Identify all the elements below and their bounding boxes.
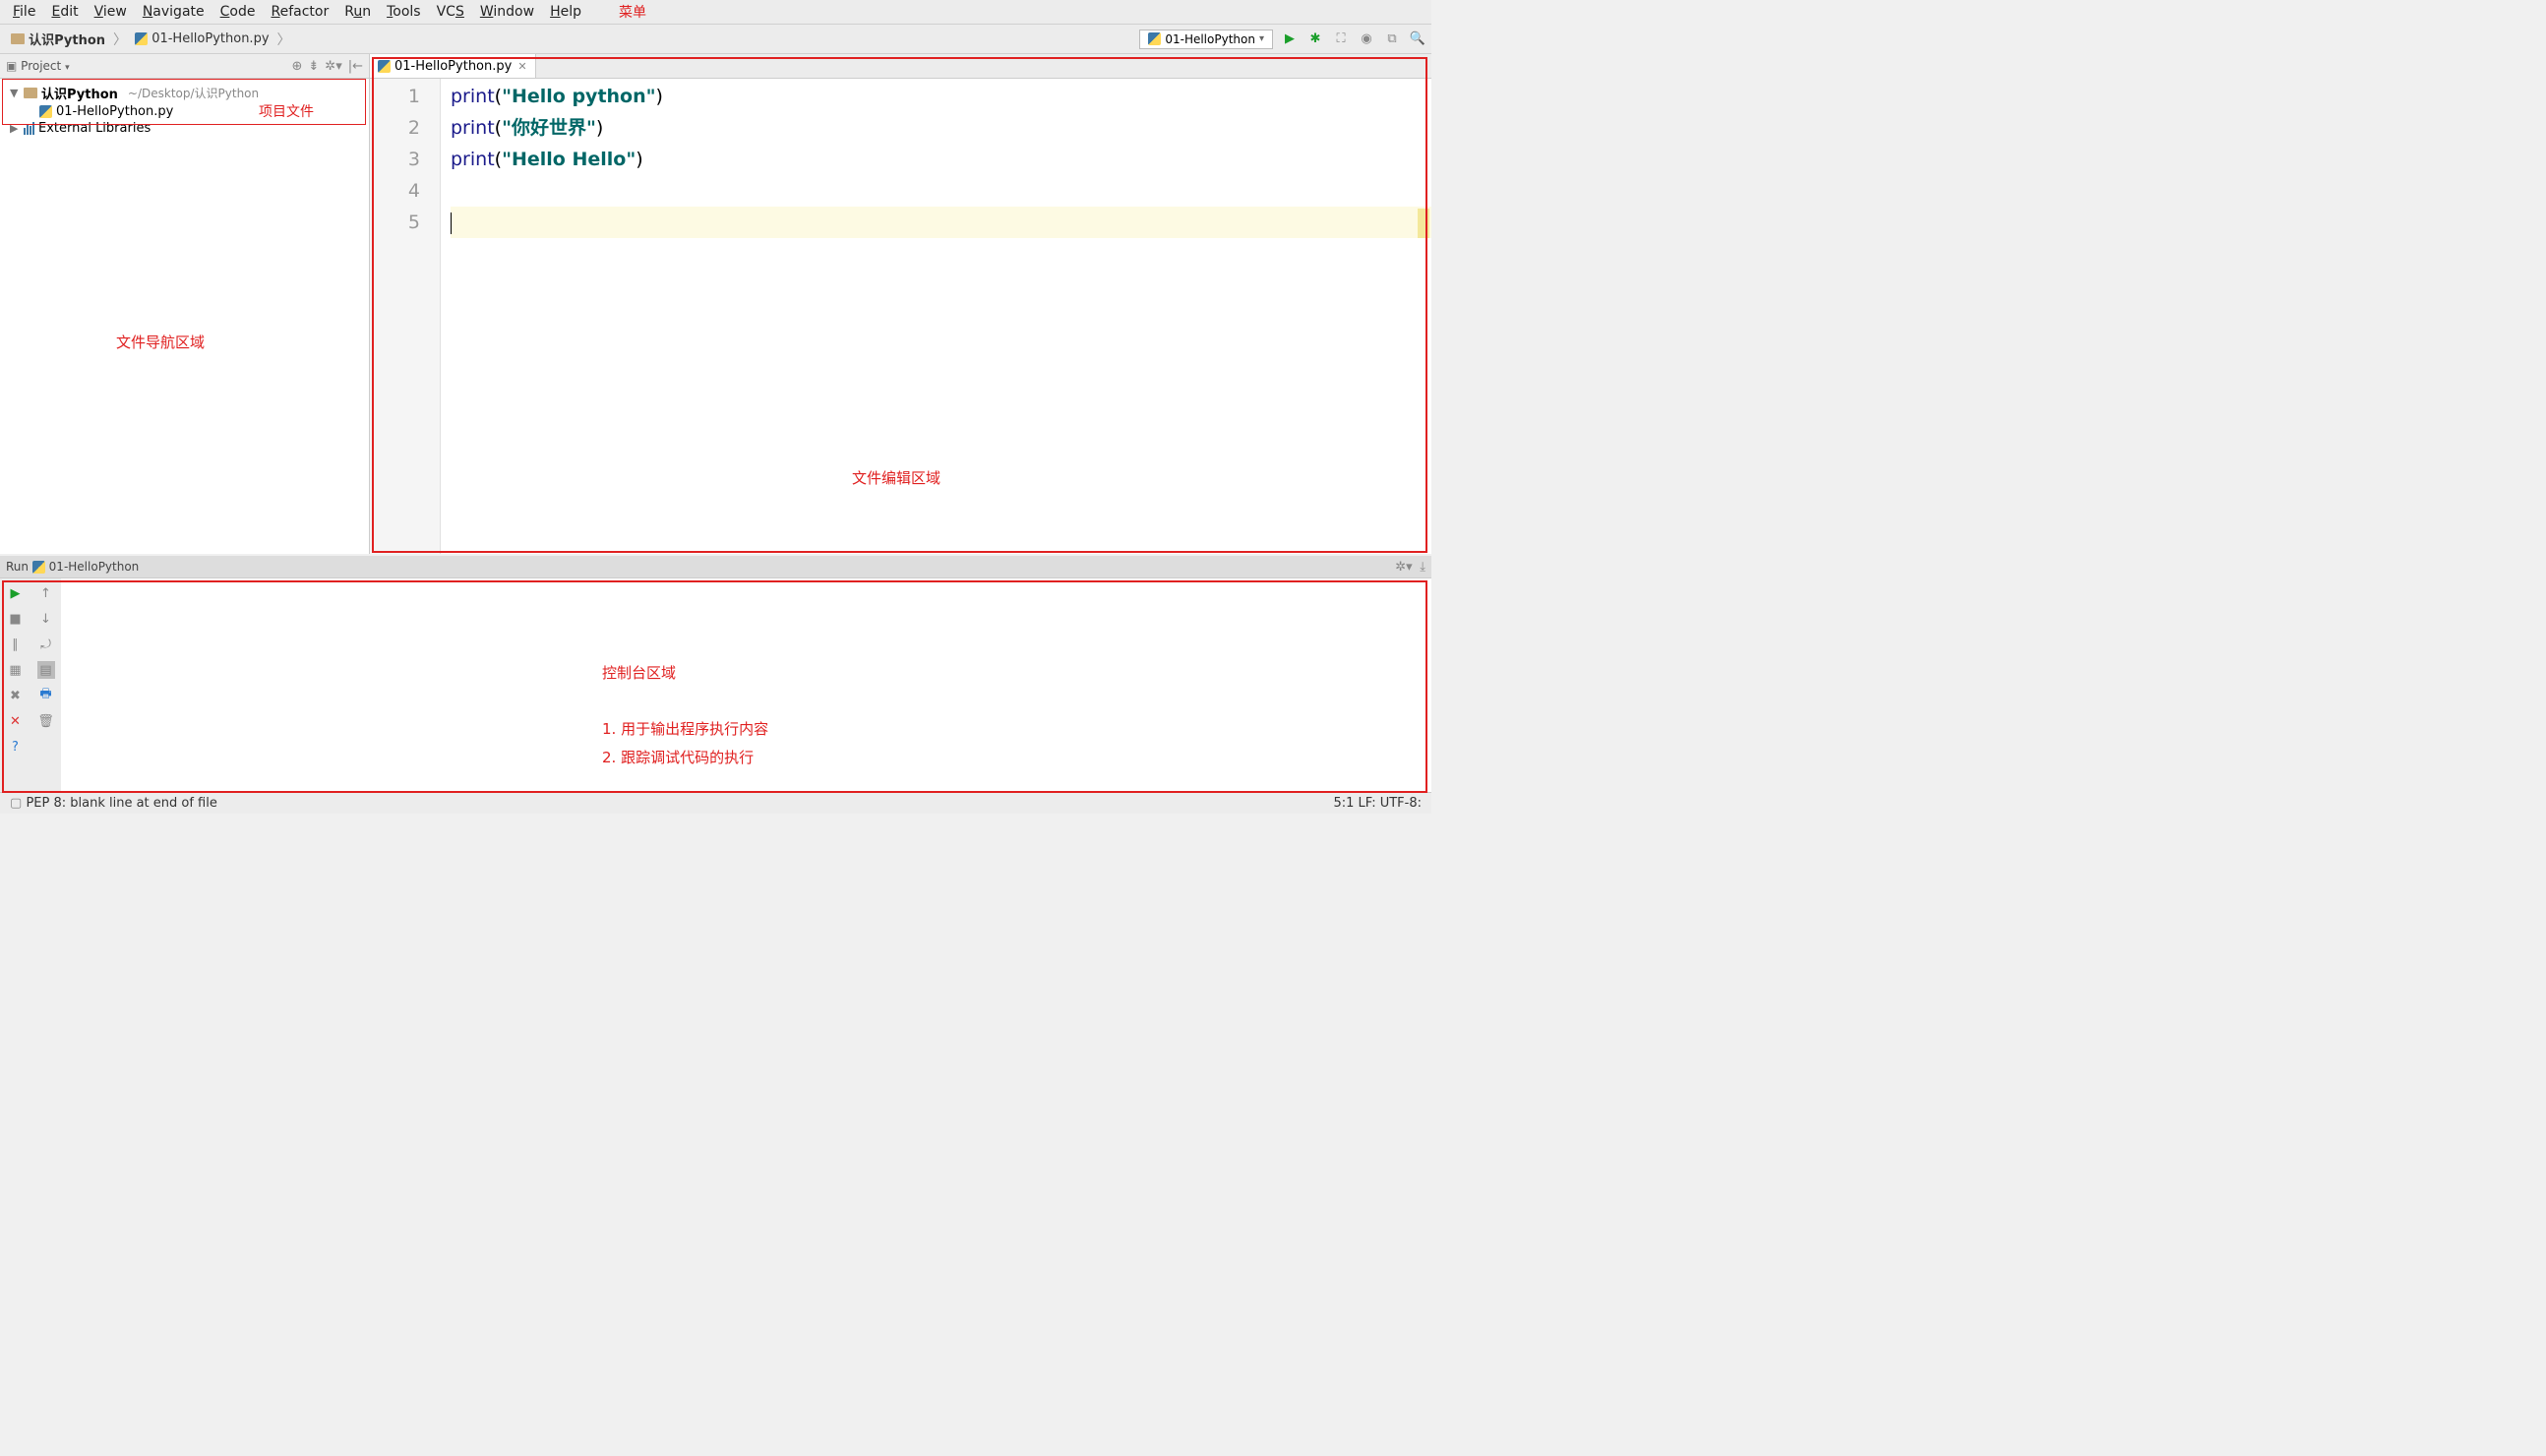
code-line[interactable] (451, 175, 1431, 207)
status-bar: ▢ PEP 8: blank line at end of file 5:1 L… (0, 792, 1431, 814)
project-panel-header: ▣ Project ▾ ⊕ ⇟ ✲▾ |← (0, 54, 369, 79)
stop-icon[interactable]: ■ (7, 610, 25, 628)
console-output[interactable]: 控制台区域 1. 用于输出程序执行内容 2. 跟踪调试代码的执行 (61, 578, 1431, 792)
text-cursor (451, 212, 452, 234)
gutter: 1 2 3 4 5 (370, 79, 441, 554)
breadcrumb: 认识Python 〉 01-HelloPython.py 〉 (5, 28, 291, 50)
python-file-icon (135, 32, 148, 45)
print-icon[interactable]: 🖶 (37, 687, 55, 704)
run-tool-buttons: ▶ ■ ∥ ▦ ✖ ✕ ? ↑ ↓ ⤾ ▤ 🖶 🗑 (0, 578, 61, 792)
annotation-project-file: 项目文件 (259, 101, 314, 121)
project-sidebar: ▣ Project ▾ ⊕ ⇟ ✲▾ |← ▼ 认识Python ~/Deskt… (0, 54, 370, 554)
menu-code[interactable]: Code (212, 2, 264, 22)
menu-help[interactable]: Help (542, 2, 589, 22)
chevron-right-icon: 〉 (113, 30, 127, 49)
menu-run[interactable]: Run (336, 2, 379, 22)
hide-icon[interactable]: |← (348, 59, 363, 74)
project-panel-title[interactable]: Project (21, 59, 61, 73)
collapse-icon[interactable]: ⇟ (308, 59, 319, 74)
python-file-icon (1148, 32, 1161, 45)
up-icon[interactable]: ↑ (37, 584, 55, 602)
status-position[interactable]: 5:1 LF: UTF-8: (1333, 796, 1422, 811)
hide-icon[interactable]: ⤓ (1420, 560, 1425, 575)
concurrency-icon[interactable]: ⧉ (1383, 30, 1401, 48)
breadcrumb-root[interactable]: 认识Python (5, 28, 111, 50)
main-split: ▣ Project ▾ ⊕ ⇟ ✲▾ |← ▼ 认识Python ~/Deskt… (0, 54, 1431, 554)
menu-window[interactable]: Window (472, 2, 542, 22)
gear-icon[interactable]: ✲▾ (1395, 560, 1412, 575)
menubar: File Edit View Navigate Code Refactor Ru… (0, 0, 1431, 25)
run-panel-title: Run (6, 560, 29, 574)
line-number: 4 (370, 175, 420, 207)
wrap-icon[interactable]: ⤾ (37, 636, 55, 653)
line-number: 3 (370, 144, 420, 175)
toolbar-right: 01-HelloPython▾ ▶ ✱ ⛶ ◉ ⧉ 🔍 (1139, 30, 1426, 49)
menu-view[interactable]: View (87, 2, 135, 22)
rerun-icon[interactable]: ▶ (7, 584, 25, 602)
gear-icon[interactable]: ✲▾ (325, 59, 341, 74)
status-message[interactable]: PEP 8: blank line at end of file (26, 796, 216, 811)
line-number: 5 (370, 207, 420, 238)
run-panel-header: Run 01-HelloPython ✲▾ ⤓ (0, 556, 1431, 577)
annotation-console-title: 控制台区域 (602, 659, 768, 688)
code-line-current[interactable] (451, 207, 1431, 238)
run-panel-file: 01-HelloPython (49, 560, 140, 574)
editor-tab[interactable]: 01-HelloPython.py ✕ (370, 54, 536, 78)
annotation-nav-area: 文件导航区域 (116, 332, 205, 352)
menu-navigate[interactable]: Navigate (135, 2, 212, 22)
menu-tools[interactable]: Tools (379, 2, 429, 22)
pause-icon[interactable]: ∥ (7, 636, 25, 653)
folder-icon (11, 33, 25, 44)
code-line[interactable]: print("Hello python") (451, 81, 1431, 112)
annotation-editor-area: 文件编辑区域 (852, 467, 940, 488)
menu-file[interactable]: File (5, 2, 43, 22)
annotation-menu: 菜单 (619, 2, 646, 22)
pin-icon[interactable]: ✖ (7, 687, 25, 704)
editor-tab-label: 01-HelloPython.py (394, 59, 512, 74)
code-line[interactable]: print("Hello Hello") (451, 144, 1431, 175)
editor: 01-HelloPython.py ✕ 1 2 3 4 5 print("Hel… (370, 54, 1431, 554)
down-icon[interactable]: ↓ (37, 610, 55, 628)
layout-icon[interactable]: ▦ (7, 661, 25, 679)
annotation-console: 控制台区域 1. 用于输出程序执行内容 2. 跟踪调试代码的执行 (602, 659, 768, 771)
python-file-icon (378, 60, 391, 73)
line-number: 2 (370, 112, 420, 144)
profile-icon[interactable]: ◉ (1358, 30, 1375, 48)
code-line[interactable]: print("你好世界") (451, 112, 1431, 144)
menu-edit[interactable]: Edit (43, 2, 86, 22)
help-icon[interactable]: ? (7, 738, 25, 756)
navbar: 认识Python 〉 01-HelloPython.py 〉 01-HelloP… (0, 25, 1431, 54)
close-icon[interactable]: ✕ (517, 60, 526, 73)
line-number: 1 (370, 81, 420, 112)
search-icon[interactable]: 🔍 (1409, 30, 1426, 48)
locate-icon[interactable]: ⊕ (291, 59, 302, 74)
python-file-icon (32, 561, 45, 574)
menu-refactor[interactable]: Refactor (263, 2, 336, 22)
trash-icon[interactable]: 🗑 (37, 712, 55, 730)
run-panel: ▶ ■ ∥ ▦ ✖ ✕ ? ↑ ↓ ⤾ ▤ 🖶 🗑 控制台区域 1. 用于输出程… (0, 577, 1431, 792)
editor-tabs: 01-HelloPython.py ✕ (370, 54, 1431, 79)
annotation-console-note1: 1. 用于输出程序执行内容 (602, 715, 768, 744)
run-icon[interactable]: ▶ (1281, 30, 1299, 48)
scroll-end-icon[interactable]: ▤ (37, 661, 55, 679)
chevron-right-icon: 〉 (277, 30, 291, 49)
scroll-marker[interactable] (1418, 209, 1429, 238)
close-icon[interactable]: ✕ (7, 712, 25, 730)
debug-icon[interactable]: ✱ (1306, 30, 1324, 48)
menu-vcs[interactable]: VCS (429, 2, 472, 22)
run-config-selector[interactable]: 01-HelloPython▾ (1139, 30, 1273, 49)
breadcrumb-file[interactable]: 01-HelloPython.py (129, 30, 274, 48)
annotation-console-note2: 2. 跟踪调试代码的执行 (602, 744, 768, 772)
coverage-icon[interactable]: ⛶ (1332, 30, 1350, 48)
